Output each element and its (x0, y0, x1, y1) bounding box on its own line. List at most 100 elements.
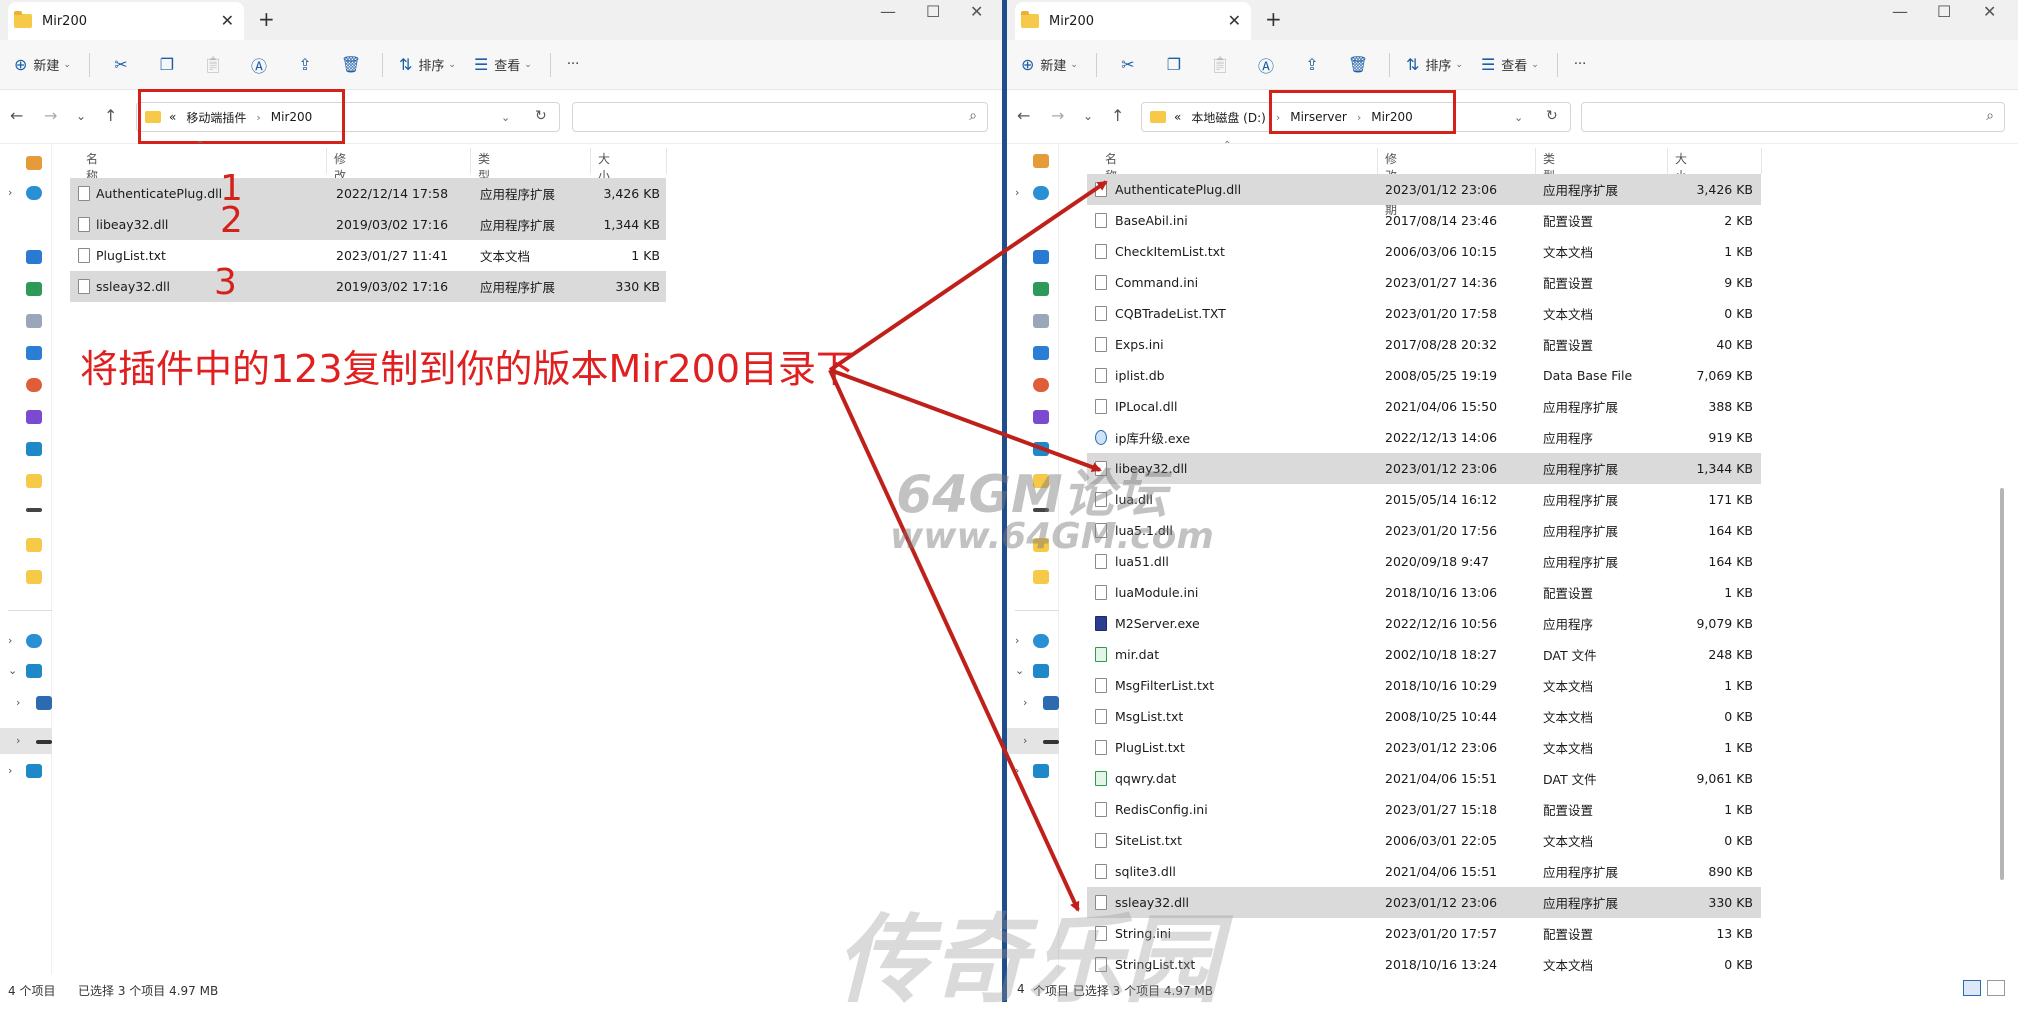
onedrive-icon[interactable] (1033, 186, 1049, 200)
expand-chevron-icon[interactable]: › (8, 764, 12, 777)
address-dropdown-icon[interactable]: ⌄ (1514, 111, 1523, 124)
column-separator[interactable] (470, 148, 471, 174)
column-separator[interactable] (1377, 148, 1378, 174)
downloads-icon[interactable] (1033, 282, 1049, 296)
network-icon[interactable] (26, 764, 42, 778)
rename-icon[interactable]: Ⓐ (244, 53, 274, 77)
file-row[interactable]: lua.dll 2015/05/14 16:12 应用程序扩展 171 KB (1087, 484, 1761, 515)
file-row[interactable]: MsgFilterList.txt 2018/10/16 10:29 文本文档 1 K… (1087, 670, 1761, 701)
column-header-size[interactable]: 大小 (598, 150, 610, 183)
forward-icon[interactable]: → (1051, 106, 1064, 125)
view-button[interactable]: ☰ 查看 ⌄ (1481, 55, 1539, 74)
videos-icon[interactable] (26, 410, 42, 424)
column-header-type[interactable]: 类型 (478, 150, 490, 183)
column-separator[interactable] (666, 148, 667, 174)
sort-button[interactable]: ⇅ 排序 ⌄ (1406, 55, 1463, 74)
documents-icon[interactable] (26, 314, 42, 328)
tab-mir200[interactable]: Mir200 ✕ (1015, 2, 1251, 40)
this-pc-icon[interactable] (1033, 664, 1049, 678)
minimize-button[interactable]: — (1892, 2, 1908, 21)
file-row[interactable]: CQBTradeList.TXT 2023/01/20 17:58 文本文档 0 KB (1087, 298, 1761, 329)
collapse-chevron-icon[interactable]: ⌄ (1015, 664, 1024, 677)
vertical-scrollbar[interactable] (2000, 144, 2006, 962)
column-separator[interactable] (1535, 148, 1536, 174)
folder-icon[interactable] (26, 570, 42, 584)
column-header-size[interactable]: 大小 (1675, 150, 1687, 183)
column-header-date[interactable]: 修改日期 (334, 150, 346, 217)
file-row[interactable]: luaModule.ini 2018/10/16 13:06 配置设置 1 KB (1087, 577, 1761, 608)
folder-icon[interactable] (26, 538, 42, 552)
music-icon[interactable] (26, 378, 42, 392)
refresh-icon[interactable]: ↻ (1546, 108, 1558, 124)
more-options-button[interactable]: ··· (567, 57, 579, 72)
pictures-icon[interactable] (1033, 346, 1049, 360)
drive-icon[interactable] (26, 508, 42, 512)
search-input[interactable]: ⌕ (572, 102, 988, 132)
expand-chevron-icon[interactable]: › (1023, 696, 1027, 709)
column-header-date[interactable]: 修改日期 (1385, 150, 1397, 217)
expand-chevron-icon[interactable]: › (16, 696, 20, 709)
scrollbar-thumb[interactable] (2000, 488, 2004, 880)
file-row[interactable]: M2Server.exe 2022/12/16 10:56 应用程序 9,079 KB (1087, 608, 1761, 639)
minimize-button[interactable]: — (880, 2, 896, 21)
column-separator[interactable] (590, 148, 591, 174)
up-icon[interactable]: ↑ (104, 106, 117, 125)
expand-chevron-icon[interactable]: › (8, 186, 12, 199)
file-row[interactable]: BaseAbil.ini 2017/08/14 23:46 配置设置 2 KB (1087, 205, 1761, 236)
home-icon[interactable] (1033, 154, 1049, 168)
forward-icon[interactable]: → (44, 106, 57, 125)
recent-chevron-icon[interactable]: ⌄ (1083, 109, 1093, 123)
file-row[interactable]: qqwry.dat 2021/04/06 15:51 DAT 文件 9,061 KB (1087, 763, 1761, 794)
home-icon[interactable] (26, 156, 42, 170)
cut-icon[interactable]: ✂ (1113, 55, 1143, 74)
file-row[interactable]: ip库升级.exe 2022/12/13 14:06 应用程序 919 KB (1087, 422, 1761, 453)
expand-chevron-icon[interactable]: › (8, 634, 12, 647)
delete-icon[interactable]: 🗑︎ (1343, 55, 1373, 74)
close-window-button[interactable]: ✕ (1983, 2, 1996, 21)
close-window-button[interactable]: ✕ (970, 2, 983, 21)
file-row[interactable]: SiteList.txt 2006/03/01 22:05 文本文档 0 KB (1087, 825, 1761, 856)
back-icon[interactable]: ← (10, 106, 23, 125)
paste-icon[interactable]: 📋︎ (1205, 55, 1235, 74)
expand-chevron-icon[interactable]: › (1015, 764, 1019, 777)
folder-icon[interactable] (1033, 570, 1049, 584)
file-row[interactable]: MsgList.txt 2008/10/25 10:44 文本文档 0 KB (1087, 701, 1761, 732)
column-separator[interactable] (1761, 148, 1762, 174)
onedrive-icon[interactable] (26, 186, 42, 200)
paste-icon[interactable]: 📋︎ (198, 55, 228, 74)
desktop-icon[interactable] (26, 250, 42, 264)
expand-chevron-icon[interactable]: › (16, 734, 20, 747)
drive-icon[interactable] (1043, 696, 1059, 710)
share-icon[interactable]: ⇪ (1297, 55, 1327, 74)
search-input[interactable]: ⌕ (1581, 102, 2005, 132)
onedrive-icon[interactable] (26, 634, 42, 648)
copy-icon[interactable]: ❐ (152, 55, 182, 74)
this-pc-icon[interactable] (26, 442, 42, 456)
close-tab-icon[interactable]: ✕ (221, 11, 234, 30)
expand-chevron-icon[interactable]: › (1015, 634, 1019, 647)
documents-icon[interactable] (1033, 314, 1049, 328)
folder-icon[interactable] (26, 474, 42, 488)
tab-mir200[interactable]: Mir200 ✕ (8, 2, 244, 40)
sort-button[interactable]: ⇅ 排序 ⌄ (399, 55, 456, 74)
more-options-button[interactable]: ··· (1574, 57, 1586, 72)
column-header-name[interactable]: 名称 (1105, 150, 1117, 183)
file-row[interactable]: RedisConfig.ini 2023/01/27 15:18 配置设置 1 KB (1087, 794, 1761, 825)
network-icon[interactable] (1033, 764, 1049, 778)
file-row[interactable]: AuthenticatePlug.dll 2023/01/12 23:06 应用程序… (1087, 174, 1761, 205)
share-icon[interactable]: ⇪ (290, 55, 320, 74)
view-button[interactable]: ☰ 查看 ⌄ (474, 55, 532, 74)
rename-icon[interactable]: Ⓐ (1251, 53, 1281, 77)
file-row[interactable]: PlugList.txt 2023/01/27 11:41 文本文档 1 KB (70, 240, 666, 271)
file-row[interactable]: IPLocal.dll 2021/04/06 15:50 应用程序扩展 388 KB (1087, 391, 1761, 422)
close-tab-icon[interactable]: ✕ (1228, 11, 1241, 30)
maximize-button[interactable]: ☐ (1937, 2, 1951, 21)
file-row[interactable]: ssleay32.dll 2019/03/02 17:16 应用程序扩展 330 KB (70, 271, 666, 302)
address-dropdown-icon[interactable]: ⌄ (501, 111, 510, 124)
expand-chevron-icon[interactable]: › (1023, 734, 1027, 747)
new-button[interactable]: ⊕ 新建 ⌄ (1021, 55, 1078, 74)
details-view-icon[interactable] (1963, 980, 1981, 996)
new-tab-button[interactable]: + (1265, 7, 1282, 31)
column-header-name[interactable]: 名称 (86, 150, 98, 183)
file-row[interactable]: mir.dat 2002/10/18 18:27 DAT 文件 248 KB (1087, 639, 1761, 670)
